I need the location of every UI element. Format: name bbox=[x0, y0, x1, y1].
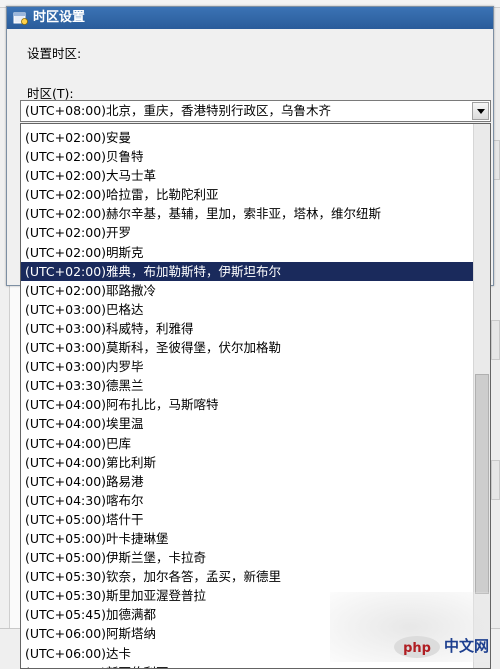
php-logo-icon: php bbox=[394, 636, 440, 658]
timezone-option[interactable]: (UTC+03:30)德黑兰 bbox=[21, 376, 473, 395]
background-scroll-button bbox=[491, 460, 500, 500]
dropdown-scrollbar[interactable] bbox=[473, 124, 490, 668]
timezone-option[interactable]: (UTC+06:00)新西伯利亚 bbox=[21, 663, 473, 668]
chevron-down-icon bbox=[476, 108, 485, 114]
timezone-options: (UTC+02:00)安曼 (UTC+02:00)贝鲁特 (UTC+02:00)大马… bbox=[21, 128, 473, 668]
timezone-option[interactable]: (UTC+04:00)巴库 bbox=[21, 434, 473, 453]
timezone-select[interactable]: (UTC+08:00)北京，重庆，香港特别行政区，乌鲁木齐 bbox=[20, 100, 491, 122]
timezone-option[interactable]: (UTC+02:00)安曼 bbox=[21, 128, 473, 147]
svg-text:php: php bbox=[403, 641, 431, 656]
timezone-option-selected[interactable]: (UTC+02:00)雅典，布加勒斯特，伊斯坦布尔 bbox=[21, 261, 473, 281]
timezone-option[interactable]: (UTC+02:00)哈拉雷，比勒陀利亚 bbox=[21, 185, 473, 204]
timezone-option[interactable]: (UTC+02:00)大马士革 bbox=[21, 166, 473, 185]
timezone-option[interactable]: (UTC+02:00)贝鲁特 bbox=[21, 147, 473, 166]
timezone-option[interactable]: (UTC+04:00)第比利斯 bbox=[21, 453, 473, 472]
timezone-option[interactable]: (UTC+05:00)叶卡捷琳堡 bbox=[21, 529, 473, 548]
timezone-option[interactable]: (UTC+03:00)莫斯科，圣彼得堡，伏尔加格勒 bbox=[21, 338, 473, 357]
scrollbar-thumb[interactable] bbox=[475, 374, 489, 594]
timezone-option[interactable]: (UTC+02:00)明斯克 bbox=[21, 243, 473, 262]
timezone-option[interactable]: (UTC+05:00)塔什干 bbox=[21, 510, 473, 529]
timezone-option[interactable]: (UTC+03:00)巴格达 bbox=[21, 300, 473, 319]
timezone-dropdown-list[interactable]: (UTC+02:00)安曼 (UTC+02:00)贝鲁特 (UTC+02:00)大马… bbox=[20, 123, 491, 669]
timezone-option[interactable]: (UTC+04:00)埃里温 bbox=[21, 414, 473, 433]
set-timezone-label: 设置时区: bbox=[27, 46, 82, 61]
timezone-option[interactable]: (UTC+05:00)伊斯兰堡，卡拉奇 bbox=[21, 548, 473, 567]
dropdown-arrow-button[interactable] bbox=[472, 102, 489, 120]
timezone-select-value: (UTC+08:00)北京，重庆，香港特别行政区，乌鲁木齐 bbox=[25, 103, 332, 118]
timezone-option[interactable]: (UTC+03:00)科威特，利雅得 bbox=[21, 319, 473, 338]
timezone-option[interactable]: (UTC+02:00)赫尔辛基，基辅，里加，索非亚，塔林，维尔纽斯 bbox=[21, 204, 473, 223]
background-scroll-button bbox=[491, 320, 500, 360]
timezone-option[interactable]: (UTC+02:00)耶路撒冷 bbox=[21, 281, 473, 300]
timezone-option[interactable]: (UTC+04:30)喀布尔 bbox=[21, 491, 473, 510]
settings-window-icon bbox=[13, 12, 28, 25]
timezone-option[interactable]: (UTC+02:00)开罗 bbox=[21, 223, 473, 242]
timezone-option[interactable]: (UTC+04:00)路易港 bbox=[21, 472, 473, 491]
timezone-option[interactable]: (UTC+04:00)阿布扎比，马斯喀特 bbox=[21, 395, 473, 414]
timezone-option[interactable]: (UTC+05:30)钦奈，加尔各答，孟买，新德里 bbox=[21, 567, 473, 586]
dialog-title: 时区设置 bbox=[33, 10, 86, 25]
timezone-option[interactable]: (UTC+03:00)内罗毕 bbox=[21, 357, 473, 376]
dialog-titlebar[interactable]: 时区设置 bbox=[7, 7, 493, 29]
watermark-text: 中文网 bbox=[444, 637, 490, 655]
